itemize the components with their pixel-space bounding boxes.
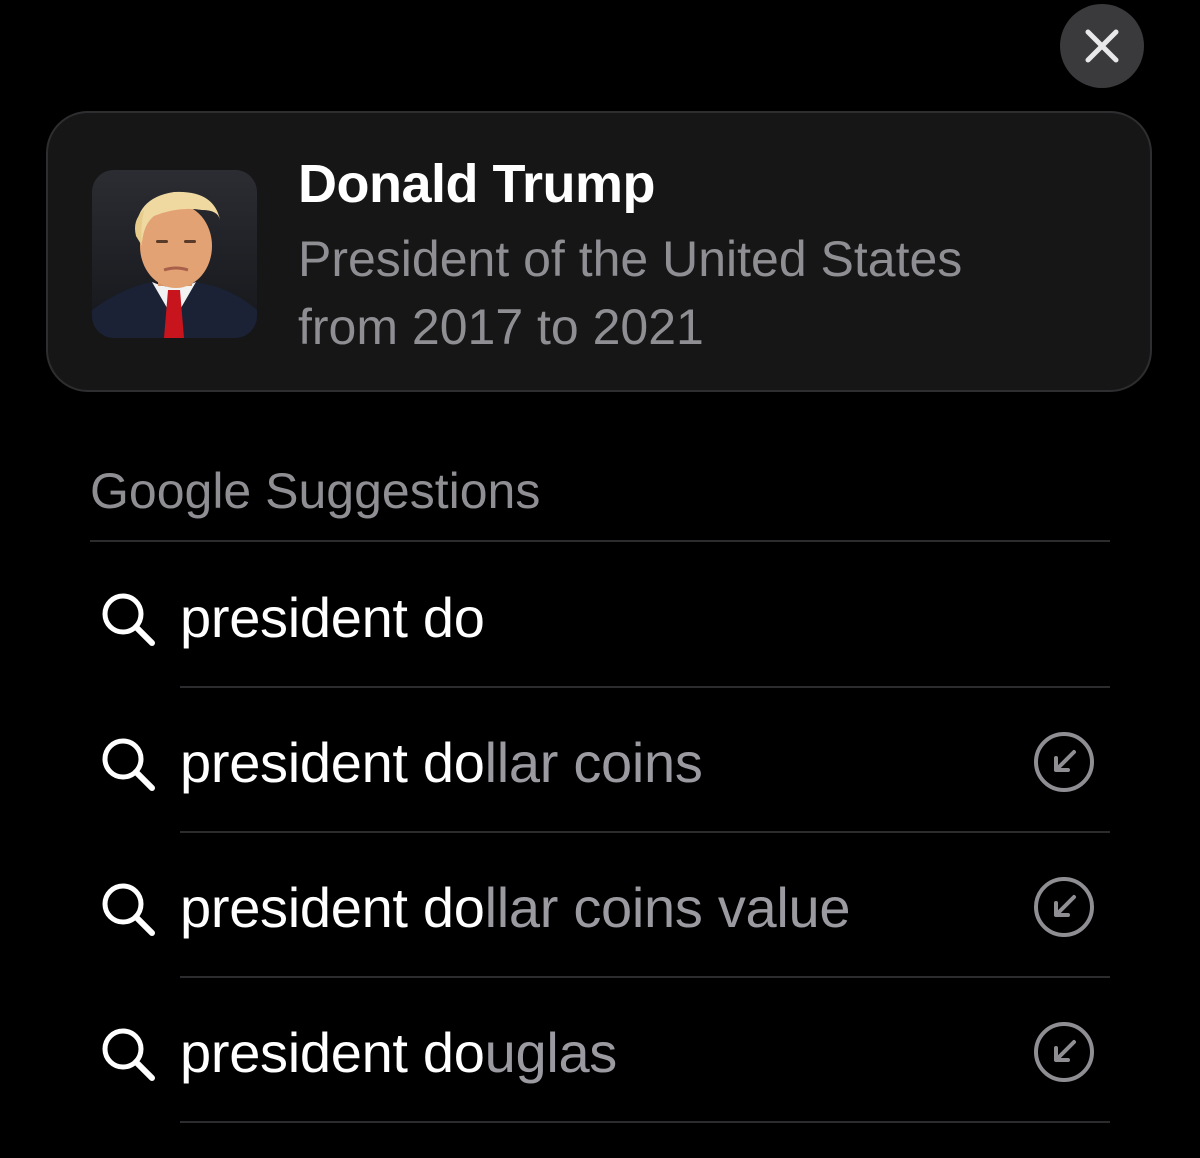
suggestion-text: president dollar coins value — [180, 875, 851, 940]
divider — [180, 976, 1110, 978]
close-icon — [1085, 29, 1119, 63]
suggestion-row[interactable]: president dollar coins — [90, 690, 1110, 830]
suggestion-row[interactable]: president do — [90, 545, 1110, 685]
divider — [180, 1121, 1110, 1123]
fill-search-arrow-icon[interactable] — [1032, 730, 1096, 794]
result-description: President of the United States from 2017… — [298, 225, 1058, 361]
suggestion-completion: uglas — [484, 1021, 618, 1084]
divider — [180, 831, 1110, 833]
search-icon — [102, 738, 155, 791]
suggestion-text: president do — [180, 585, 485, 650]
suggestion-completion: llar coins — [484, 731, 703, 794]
suggestion-typed: president do — [180, 876, 485, 939]
portrait-thumbnail — [92, 170, 257, 338]
result-description-line1: President of the United States — [298, 231, 963, 287]
suggestion-typed: president do — [180, 1021, 485, 1084]
divider — [90, 540, 1110, 542]
suggestion-completion: llar coins value — [484, 876, 851, 939]
suggestion-typed: president do — [180, 731, 485, 794]
result-description-line2: from 2017 to 2021 — [298, 299, 704, 355]
suggestion-text: president dollar coins — [180, 730, 703, 795]
search-icon — [102, 1028, 155, 1081]
close-button[interactable] — [1060, 4, 1144, 88]
search-icon — [102, 593, 155, 646]
suggestion-text: president douglas — [180, 1020, 617, 1085]
section-header-google-suggestions: Google Suggestions — [90, 463, 541, 519]
fill-search-arrow-icon[interactable] — [1032, 1020, 1096, 1084]
suggestion-typed: president do — [180, 586, 485, 649]
fill-search-arrow-icon[interactable] — [1032, 875, 1096, 939]
result-title: Donald Trump — [298, 154, 656, 214]
suggestion-row[interactable]: president douglas — [90, 980, 1110, 1120]
search-icon — [102, 883, 155, 936]
divider — [180, 686, 1110, 688]
top-result-card[interactable]: Donald Trump President of the United Sta… — [46, 111, 1152, 392]
suggestion-row[interactable]: president dollar coins value — [90, 835, 1110, 975]
